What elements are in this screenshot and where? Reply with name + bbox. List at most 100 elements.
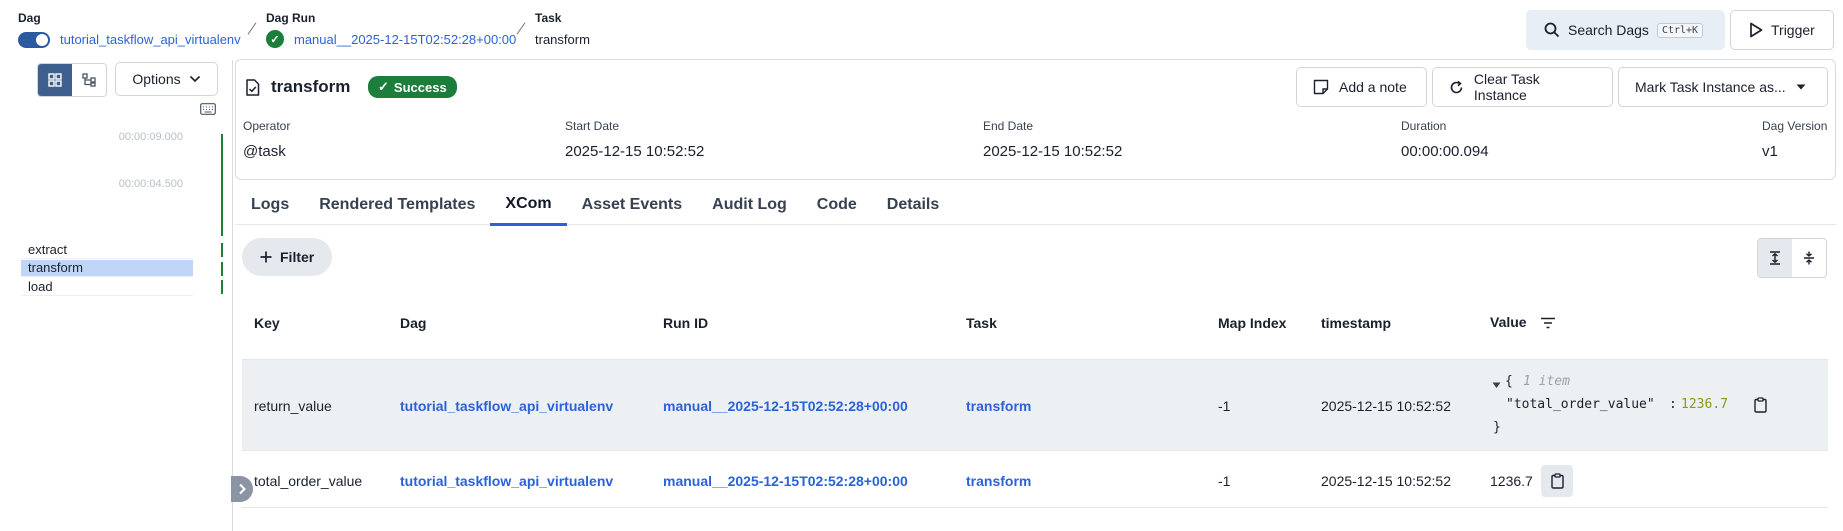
- dag-run-duration-bar[interactable]: [221, 134, 223, 236]
- tab-audit-log[interactable]: Audit Log: [697, 184, 802, 226]
- cell-key: return_value: [254, 398, 332, 414]
- tab-details[interactable]: Details: [872, 184, 954, 226]
- copy-value-button[interactable]: [1541, 465, 1573, 497]
- clear-task-instance-button[interactable]: Clear Task Instance: [1432, 67, 1613, 107]
- panel-collapse-handle[interactable]: [231, 476, 253, 502]
- graph-icon: [82, 73, 96, 87]
- filter-label: Filter: [280, 249, 315, 265]
- task-instance-cell[interactable]: [221, 280, 223, 294]
- chevron-right-icon: [239, 483, 246, 495]
- breadcrumb-dag-label: Dag: [18, 11, 41, 25]
- clear-task-instance-label: Clear Task Instance: [1473, 71, 1540, 103]
- tab-logs[interactable]: Logs: [236, 184, 304, 226]
- plus-icon: [260, 251, 272, 263]
- task-list-item-transform[interactable]: transform: [21, 260, 193, 277]
- meta-value-operator: @task: [243, 143, 286, 160]
- search-dags-button[interactable]: Search Dags Ctrl+K: [1526, 10, 1725, 50]
- meta-value-dag-version: v1: [1762, 143, 1778, 160]
- task-icon: [245, 79, 260, 99]
- json-key: "total_order_value": [1506, 397, 1655, 412]
- tab-code[interactable]: Code: [802, 184, 872, 226]
- cell-task-link[interactable]: transform: [966, 473, 1031, 489]
- breadcrumb-task-name: transform: [535, 32, 590, 47]
- breadcrumb-task-label: Task: [535, 11, 562, 25]
- row-divider: [242, 450, 1828, 451]
- meta-label-dag-version: Dag Version: [1762, 119, 1828, 133]
- json-open-brace: {: [1505, 374, 1513, 389]
- add-note-button[interactable]: Add a note: [1296, 67, 1427, 107]
- column-header-value[interactable]: Value: [1490, 314, 1527, 330]
- task-list-item-extract[interactable]: extract: [21, 242, 193, 259]
- column-header-dag[interactable]: Dag: [400, 315, 426, 331]
- expand-rows-button[interactable]: [1758, 239, 1792, 277]
- cell-dag-link[interactable]: tutorial_taskflow_api_virtualenv: [400, 398, 613, 414]
- options-label: Options: [132, 71, 181, 87]
- clipboard-icon: [1753, 397, 1767, 413]
- breadcrumb-run-link[interactable]: manual__2025-12-15T02:52:28+00:00: [294, 32, 516, 47]
- cell-dag-link[interactable]: tutorial_taskflow_api_virtualenv: [400, 473, 613, 489]
- collapse-vertical-icon: [1804, 251, 1814, 265]
- trigger-label: Trigger: [1771, 22, 1815, 38]
- search-dags-label: Search Dags: [1568, 22, 1649, 38]
- chevron-down-icon: [189, 75, 200, 83]
- row-divider: [242, 507, 1828, 508]
- mark-task-instance-dropdown[interactable]: Mark Task Instance as...: [1618, 67, 1828, 107]
- grid-view-button[interactable]: [38, 64, 72, 96]
- column-header-timestamp[interactable]: timestamp: [1321, 315, 1391, 331]
- cell-run-id-link[interactable]: manual__2025-12-15T02:52:28+00:00: [663, 473, 908, 489]
- graph-view-button[interactable]: [72, 64, 106, 96]
- json-colon: :: [1669, 397, 1677, 412]
- copy-value-button[interactable]: [1746, 391, 1774, 419]
- dag-pause-toggle[interactable]: [18, 32, 50, 48]
- row-density-toggle: [1757, 238, 1827, 278]
- cell-map-index: -1: [1218, 473, 1231, 489]
- tab-rendered-templates[interactable]: Rendered Templates: [304, 184, 490, 226]
- tab-xcom[interactable]: XCom: [490, 184, 567, 226]
- cell-map-index: -1: [1218, 398, 1231, 414]
- meta-value-end-date: 2025-12-15 10:52:52: [983, 143, 1123, 160]
- cell-key: total_order_value: [254, 473, 363, 489]
- panel-divider: [232, 60, 233, 531]
- meta-value-start-date: 2025-12-15 10:52:52: [565, 143, 705, 160]
- cell-run-id-link[interactable]: manual__2025-12-15T02:52:28+00:00: [663, 398, 908, 414]
- task-instance-cell[interactable]: [221, 243, 223, 257]
- keyboard-shortcuts-icon[interactable]: [200, 102, 216, 118]
- breadcrumb-separator: [516, 22, 526, 35]
- refresh-icon: [1450, 80, 1463, 93]
- view-mode-toggle: [37, 63, 107, 97]
- column-header-key[interactable]: Key: [254, 315, 280, 331]
- options-button[interactable]: Options: [115, 62, 218, 96]
- cell-value: 1236.7: [1490, 473, 1533, 489]
- json-item-count: 1 item: [1523, 374, 1570, 389]
- meta-label-duration: Duration: [1401, 119, 1447, 133]
- add-note-label: Add a note: [1339, 79, 1407, 95]
- task-list-item-load[interactable]: load: [21, 279, 193, 296]
- task-instance-cell[interactable]: [221, 262, 223, 276]
- clipboard-icon: [1550, 473, 1564, 489]
- cell-timestamp: 2025-12-15 10:52:52: [1321, 398, 1451, 414]
- breadcrumb-run-label: Dag Run: [266, 11, 316, 25]
- json-collapse-caret-icon[interactable]: [1492, 376, 1501, 392]
- note-icon: [1313, 79, 1329, 95]
- json-close-brace: }: [1493, 420, 1501, 435]
- caret-down-icon: [1796, 84, 1806, 90]
- search-icon: [1544, 22, 1560, 38]
- task-title: transform: [271, 77, 351, 96]
- row-divider: [242, 359, 1828, 360]
- check-icon: ✓: [378, 79, 389, 94]
- column-header-map-index[interactable]: Map Index: [1218, 315, 1286, 331]
- json-number-value: 1236.7: [1681, 397, 1728, 412]
- tab-asset-events[interactable]: Asset Events: [567, 184, 698, 226]
- play-icon: [1750, 22, 1763, 38]
- filter-lines-icon[interactable]: [1540, 316, 1556, 332]
- column-header-task[interactable]: Task: [966, 315, 997, 331]
- cell-task-link[interactable]: transform: [966, 398, 1031, 414]
- collapse-rows-button[interactable]: [1792, 239, 1826, 277]
- breadcrumb-dag-link[interactable]: tutorial_taskflow_api_virtualenv: [60, 32, 241, 47]
- success-check-icon: ✓: [266, 30, 284, 48]
- filter-button[interactable]: Filter: [242, 238, 333, 276]
- meta-label-end-date: End Date: [983, 119, 1034, 133]
- meta-value-duration: 00:00:00.094: [1401, 143, 1489, 160]
- column-header-run-id[interactable]: Run ID: [663, 315, 708, 331]
- trigger-button[interactable]: Trigger: [1730, 10, 1834, 50]
